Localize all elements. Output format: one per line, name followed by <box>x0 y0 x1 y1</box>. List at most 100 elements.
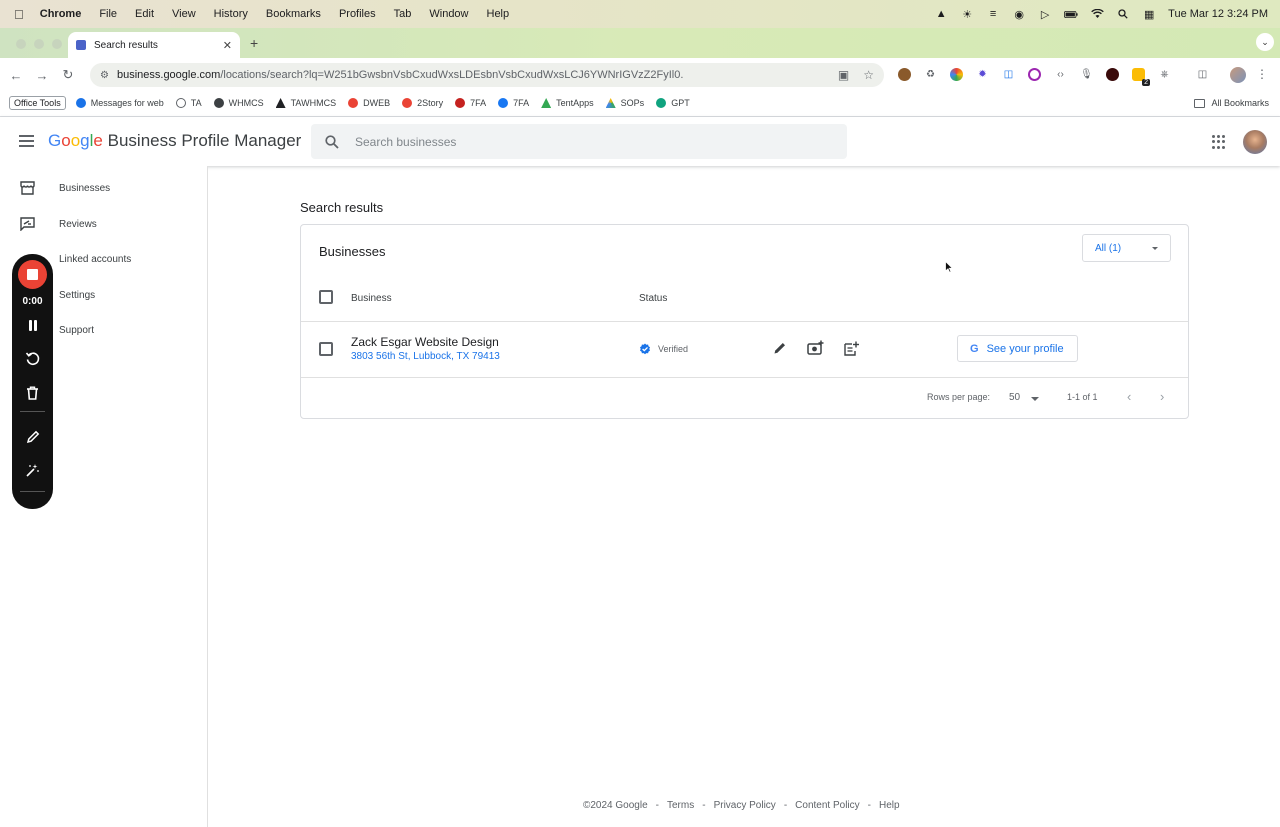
control-center-icon[interactable]: ▦ <box>1142 8 1156 21</box>
list-icon[interactable]: ≡ <box>986 8 1000 20</box>
stop-recording-button[interactable] <box>18 260 47 289</box>
next-page-chevron-icon[interactable]: › <box>1160 389 1164 404</box>
filter-dropdown[interactable]: All (1) <box>1082 234 1171 262</box>
see-your-profile-button[interactable]: G See your profile <box>957 335 1078 362</box>
menu-window[interactable]: Window <box>429 8 468 20</box>
business-address[interactable]: 3803 56th St, Lubbock, TX 79413 <box>351 351 500 362</box>
side-panel-icon[interactable]: ◫ <box>1196 68 1209 81</box>
address-bar[interactable]: ⚙ business.google.com /locations/search?… <box>90 63 884 87</box>
reload-icon[interactable]: ↻ <box>58 67 78 83</box>
close-tab-icon[interactable]: ✕ <box>223 39 232 52</box>
footer-link-privacy[interactable]: Privacy Policy <box>714 800 776 811</box>
rows-per-page-caret-icon[interactable] <box>1031 397 1039 401</box>
dropdown-caret-icon <box>1152 247 1158 250</box>
menu-bar-clock[interactable]: Tue Mar 12 3:24 PM <box>1168 8 1268 20</box>
extension-recycle-icon[interactable]: ♻ <box>924 68 937 81</box>
magic-wand-icon[interactable] <box>24 462 41 479</box>
spotlight-search-icon[interactable] <box>1116 8 1130 20</box>
new-tab-icon[interactable]: + <box>250 35 258 51</box>
all-bookmarks-button[interactable]: All Bookmarks <box>1194 98 1269 108</box>
minimize-window-button[interactable] <box>34 39 44 49</box>
google-g-icon: G <box>970 342 979 355</box>
tab-search-chevron-icon[interactable]: ⌄ <box>1256 33 1274 51</box>
extension-basketball-icon[interactable] <box>898 68 911 81</box>
forward-arrow-icon[interactable]: → <box>32 68 52 83</box>
menu-edit[interactable]: Edit <box>135 8 154 20</box>
footer-link-help[interactable]: Help <box>879 800 900 811</box>
tab-title: Search results <box>94 39 158 51</box>
close-window-button[interactable] <box>16 39 26 49</box>
footer-link-content-policy[interactable]: Content Policy <box>795 800 859 811</box>
extension-record-icon[interactable] <box>1106 68 1119 81</box>
menu-profiles[interactable]: Profiles <box>339 8 376 20</box>
extension-ring-icon[interactable] <box>1028 68 1041 81</box>
row-checkbox[interactable] <box>319 342 333 356</box>
bookmark-sops[interactable]: SOPs <box>605 98 644 108</box>
bookmark-7fa-a[interactable]: 7FA <box>455 98 486 108</box>
extensions-puzzle-icon[interactable]: ⎈ <box>1158 68 1171 81</box>
sidebar-item-reviews[interactable]: Reviews <box>0 206 207 242</box>
wifi-icon[interactable] <box>1090 8 1104 20</box>
menu-file[interactable]: File <box>99 8 117 20</box>
bookmark-label: WHMCS <box>228 98 264 108</box>
previous-page-chevron-icon[interactable]: ‹ <box>1127 389 1131 404</box>
pen-icon[interactable] <box>24 428 41 445</box>
zoom-window-button[interactable] <box>52 39 62 49</box>
account-avatar[interactable] <box>1243 130 1267 154</box>
restart-icon[interactable] <box>24 350 41 367</box>
extension-window-icon[interactable]: ◫ <box>1002 68 1015 81</box>
battery-icon[interactable] <box>1064 8 1078 20</box>
apple-icon[interactable]:  <box>14 7 24 22</box>
screen-record-icon[interactable]: ◉ <box>1012 8 1026 21</box>
status-text: Verified <box>658 344 689 354</box>
extension-notes-icon[interactable]: 2 <box>1132 68 1150 86</box>
bookmark-7fa-b[interactable]: 7FA <box>498 98 529 108</box>
add-post-icon[interactable] <box>842 339 860 357</box>
main-menu-icon[interactable] <box>19 135 34 147</box>
search-input[interactable] <box>355 134 815 149</box>
bookmark-2story[interactable]: 2Story <box>402 98 443 108</box>
menu-help[interactable]: Help <box>487 8 510 20</box>
install-app-icon[interactable]: ▣ <box>838 68 849 82</box>
bookmark-ta[interactable]: TA <box>175 98 202 108</box>
edit-pencil-icon[interactable] <box>771 339 789 357</box>
menu-history[interactable]: History <box>214 8 248 20</box>
pause-icon[interactable] <box>24 317 41 334</box>
menu-chrome[interactable]: Chrome <box>40 8 82 20</box>
bookmark-folder-office-tools[interactable]: Office Tools <box>9 96 66 110</box>
delete-icon[interactable] <box>24 384 41 401</box>
window-traffic-lights <box>16 39 62 49</box>
extension-color-wheel-icon[interactable] <box>950 68 963 81</box>
site-info-icon[interactable]: ⚙ <box>100 70 109 81</box>
menu-view[interactable]: View <box>172 8 196 20</box>
chrome-profile-avatar[interactable] <box>1230 67 1246 83</box>
bookmark-star-icon[interactable]: ☆ <box>863 68 874 82</box>
extension-sun-icon[interactable]: ✹ <box>976 68 989 81</box>
cast-icon[interactable]: ▲ <box>934 8 948 20</box>
extension-microphone-icon[interactable]: 🎙 <box>1080 68 1093 81</box>
bookmark-messages[interactable]: Messages for web <box>75 98 164 108</box>
select-all-checkbox[interactable] <box>319 290 333 304</box>
back-arrow-icon[interactable]: ← <box>6 68 26 83</box>
bookmark-tentapps[interactable]: TentApps <box>541 98 594 108</box>
bookmark-whmcs[interactable]: WHMCS <box>213 98 264 108</box>
sidebar-item-label: Linked accounts <box>59 253 132 265</box>
chrome-menu-icon[interactable]: ⋮ <box>1256 67 1268 81</box>
extension-code-icon[interactable]: ‹› <box>1054 68 1067 81</box>
menu-tab[interactable]: Tab <box>394 8 412 20</box>
footer-link-terms[interactable]: Terms <box>667 800 694 811</box>
rows-per-page-select[interactable]: 50 <box>1009 392 1020 403</box>
play-icon[interactable]: ▷ <box>1038 8 1052 21</box>
active-tab[interactable]: Search results ✕ <box>68 32 240 58</box>
column-header-business[interactable]: Business <box>351 293 392 304</box>
sidebar-item-businesses[interactable]: Businesses <box>0 170 207 206</box>
add-photo-icon[interactable] <box>806 339 824 357</box>
bookmark-gpt[interactable]: GPT <box>656 98 690 108</box>
brightness-icon[interactable]: ☀ <box>960 8 974 21</box>
bookmark-tawhmcs[interactable]: TAWHMCS <box>275 98 336 108</box>
search-businesses-box[interactable] <box>311 124 847 159</box>
google-apps-icon[interactable] <box>1212 135 1226 149</box>
menu-bookmarks[interactable]: Bookmarks <box>266 8 321 20</box>
product-logo[interactable]: Google Business Profile Manager <box>48 131 301 151</box>
bookmark-dweb[interactable]: DWEB <box>348 98 390 108</box>
